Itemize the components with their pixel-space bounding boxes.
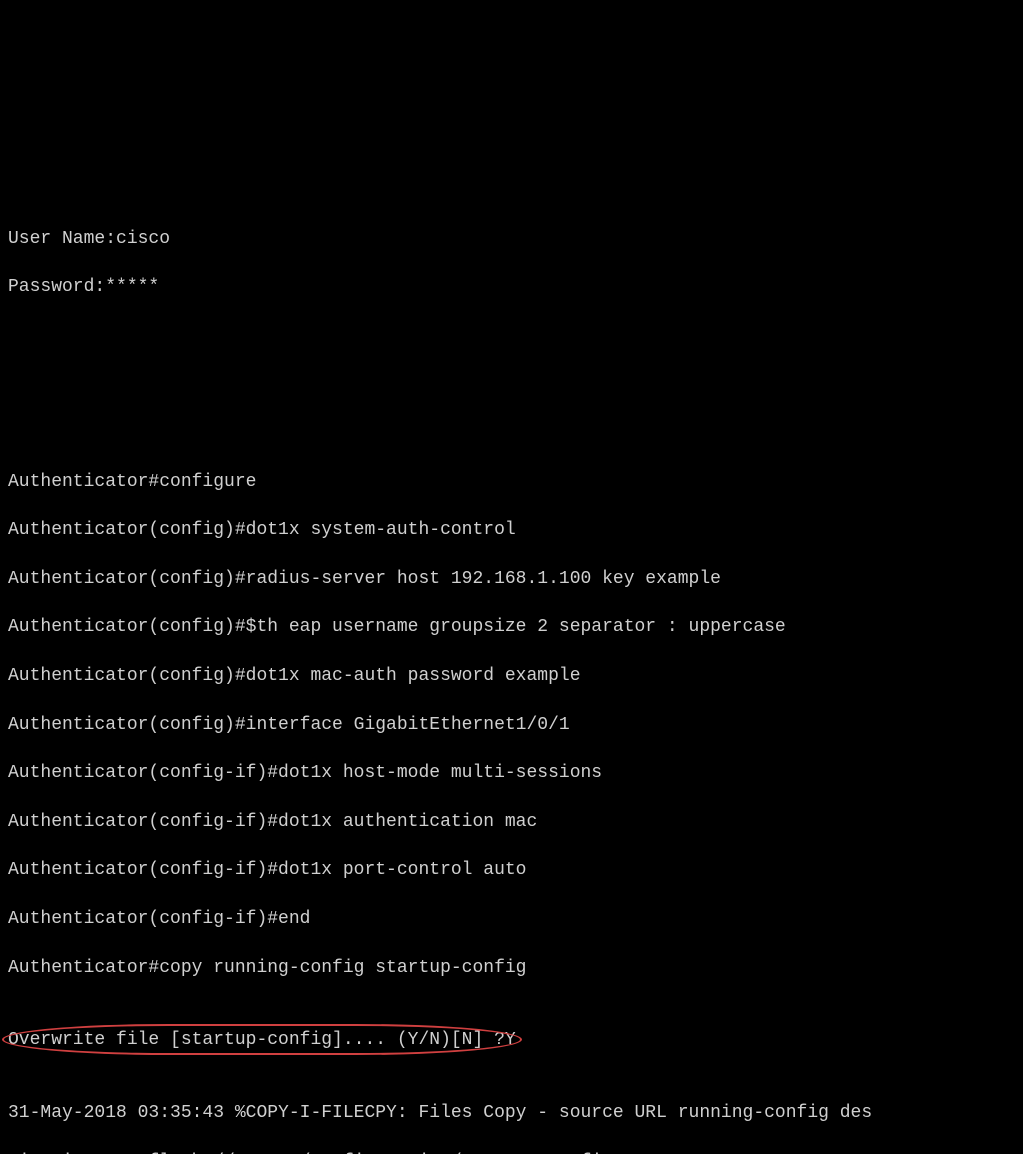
user-value: cisco	[116, 229, 170, 249]
login-pass-line: Password:*****	[8, 275, 1015, 299]
terminal-line: Authenticator(config-if)#dot1x host-mode…	[8, 761, 1015, 785]
pass-label: Password:	[8, 277, 105, 297]
terminal-line: 31-May-2018 03:35:43 %COPY-I-FILECPY: Fi…	[8, 1101, 1015, 1125]
blank-line	[8, 105, 1015, 129]
terminal-line: Authenticator(config)#interface GigabitE…	[8, 713, 1015, 737]
terminal-line: Authenticator#configure	[8, 470, 1015, 494]
overwrite-prompt-line[interactable]: Overwrite file [startup-config].... (Y/N…	[8, 1028, 1015, 1052]
terminal-line: Authenticator(config-if)#dot1x authentic…	[8, 810, 1015, 834]
terminal-line: Authenticator(config)#dot1x system-auth-…	[8, 518, 1015, 542]
terminal-line: Authenticator(config-if)#end	[8, 907, 1015, 931]
blank-line	[8, 348, 1015, 372]
terminal-line: Authenticator#copy running-config startu…	[8, 956, 1015, 980]
user-label: User Name:	[8, 229, 116, 249]
login-user-line: User Name:cisco	[8, 227, 1015, 251]
terminal-line: Authenticator(config)#radius-server host…	[8, 567, 1015, 591]
terminal-line: Authenticator(config-if)#dot1x port-cont…	[8, 858, 1015, 882]
blank-line	[8, 397, 1015, 421]
terminal-line: Authenticator(config)#$th eap username g…	[8, 615, 1015, 639]
terminal-line: tination URL flash://system/configuratio…	[8, 1150, 1015, 1154]
terminal-line: Authenticator(config)#dot1x mac-auth pas…	[8, 664, 1015, 688]
blank-line	[8, 154, 1015, 178]
pass-mask: *****	[105, 277, 159, 297]
overwrite-prompt-text: Overwrite file [startup-config].... (Y/N…	[8, 1030, 516, 1050]
